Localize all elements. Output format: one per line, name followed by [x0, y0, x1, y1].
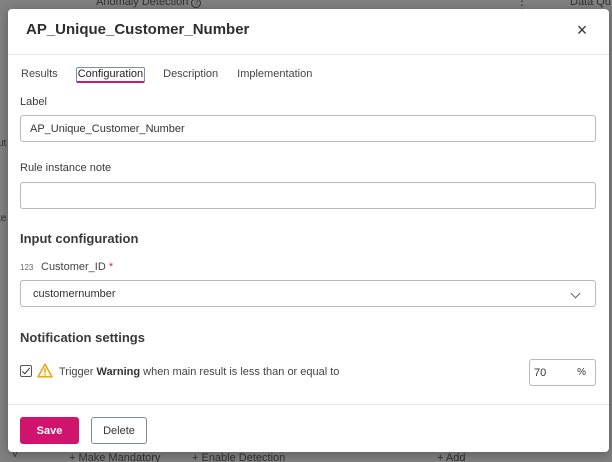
required-marker: * [108, 261, 114, 273]
bg-data-quality-label: Data Qu [570, 0, 611, 8]
bg-anomaly-detection-label: Anomaly Detection? [96, 0, 202, 8]
notification-text: Trigger Warning when main result is less… [59, 366, 340, 378]
label-field-label: Label [20, 96, 47, 108]
tab-results[interactable]: Results [20, 67, 59, 83]
delete-button[interactable]: Delete [91, 417, 147, 444]
tab-implementation[interactable]: Implementation [236, 67, 313, 83]
dialog-title: AP_Unique_Customer_Number [26, 21, 250, 38]
severity-label: Warning [96, 366, 141, 378]
select-value: customernumber [33, 288, 116, 300]
tab-description[interactable]: Description [162, 67, 219, 83]
threshold-input[interactable]: 70 % [529, 359, 596, 386]
note-input[interactable] [20, 182, 596, 209]
close-icon[interactable]: × [574, 21, 590, 39]
warning-icon [37, 363, 53, 378]
param-name: Customer_ID [41, 261, 106, 273]
param-label: Customer_ID * [41, 261, 113, 273]
footer-divider [8, 404, 609, 405]
bg-add: + Add [437, 452, 466, 462]
help-icon: ? [191, 0, 202, 8]
bg-left-fragment: ut [0, 138, 7, 149]
save-button[interactable]: Save [20, 417, 79, 444]
notification-settings-title: Notification settings [20, 330, 145, 345]
chevron-down-icon [570, 288, 581, 299]
input-configuration-title: Input configuration [20, 231, 139, 246]
numeric-type-icon: 123 [20, 263, 34, 272]
bg-left-fragment: te [0, 213, 7, 224]
note-field-label: Rule instance note [20, 162, 112, 174]
header-divider [8, 54, 609, 55]
bg-enable-detection: + Enable Detection [192, 452, 286, 462]
tab-bar: Results Configuration Description Implem… [20, 67, 330, 83]
label-input[interactable] [20, 115, 596, 142]
tab-configuration[interactable]: Configuration [75, 67, 146, 83]
rule-dialog: AP_Unique_Customer_Number × Results Conf… [8, 9, 609, 452]
percent-unit: % [577, 367, 586, 378]
customer-id-select[interactable]: customernumber [20, 280, 596, 307]
notification-checkbox[interactable] [20, 365, 32, 377]
bg-make-mandatory: + Make Mandatory [69, 452, 161, 462]
threshold-value: 70 [534, 367, 547, 379]
